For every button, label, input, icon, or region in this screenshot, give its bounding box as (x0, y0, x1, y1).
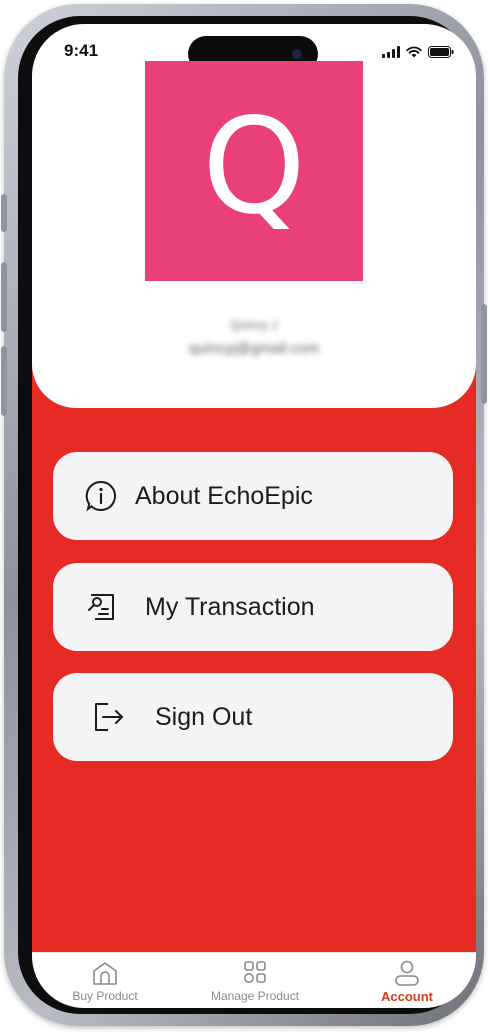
about-button-label: About EchoEpic (135, 482, 313, 510)
my-transaction-button-label: My Transaction (145, 593, 315, 621)
account-icon (395, 960, 419, 986)
avatar-letter: Q (202, 90, 306, 244)
status-icons (382, 44, 454, 58)
user-name: Quincy J (230, 318, 278, 332)
avatar: Q (145, 61, 363, 281)
user-email: quincyj@gmail.com (188, 340, 320, 357)
status-time: 9:41 (64, 41, 99, 60)
bottom-nav: Buy Product Manage Product Account (32, 952, 476, 1008)
nav-manage-product[interactable]: Manage Product (190, 953, 320, 1008)
info-icon (85, 480, 116, 512)
battery-icon (428, 46, 454, 58)
sign-out-icon (95, 703, 123, 731)
nav-account-label: Account (381, 989, 433, 1004)
transaction-icon (88, 594, 114, 620)
sign-out-button-label: Sign Out (155, 703, 253, 731)
cellular-signal-icon (382, 46, 400, 58)
home-icon (93, 962, 117, 985)
nav-buy-product[interactable]: Buy Product (50, 953, 160, 1008)
nav-buy-product-label: Buy Product (72, 989, 138, 1003)
app-screen: 9:41 Q Quincy J quincyj@gmail.com About … (32, 24, 476, 1008)
nav-account[interactable]: Account (352, 953, 462, 1008)
profile-card: 9:41 Q Quincy J quincyj@gmail.com (32, 24, 476, 408)
about-button[interactable]: About EchoEpic (53, 452, 453, 540)
wifi-icon (406, 46, 422, 58)
grid-icon (244, 961, 266, 983)
side-button (1, 194, 7, 232)
sign-out-button[interactable]: Sign Out (53, 673, 453, 761)
nav-manage-product-label: Manage Product (210, 989, 300, 1003)
power-button (481, 304, 487, 404)
my-transaction-button[interactable]: My Transaction (53, 563, 453, 651)
volume-up-button (1, 262, 7, 332)
volume-down-button (1, 346, 7, 416)
camera-icon (292, 49, 302, 59)
